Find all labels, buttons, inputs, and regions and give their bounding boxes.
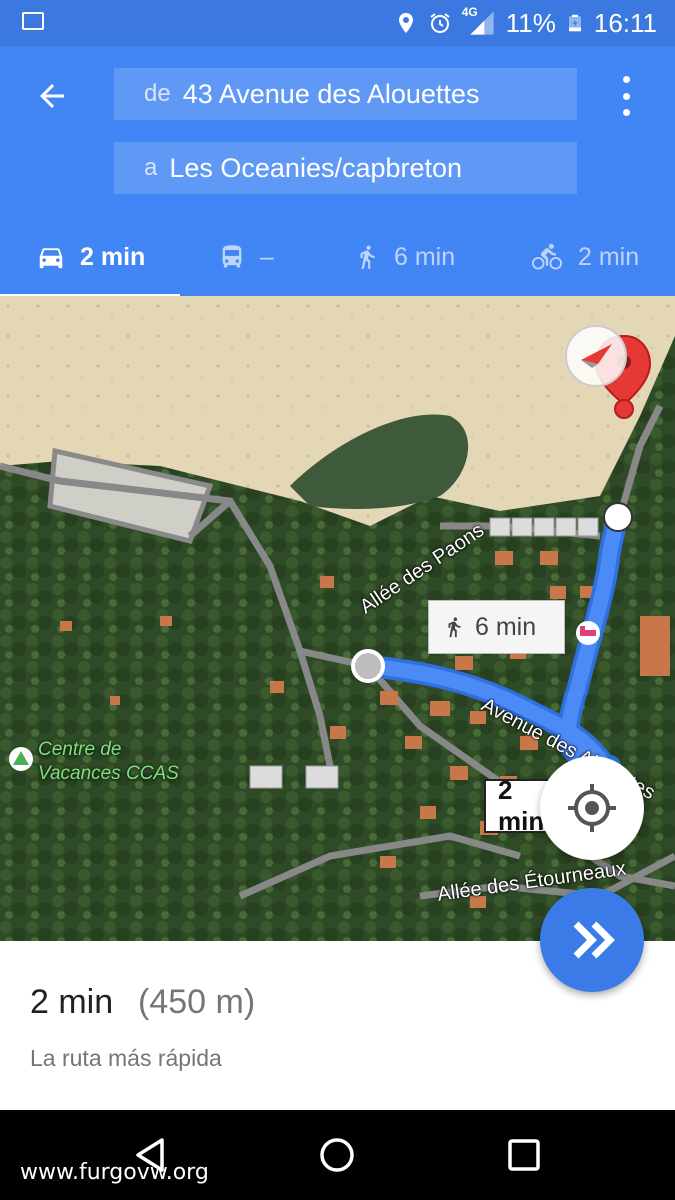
battery-percent: 11% [505, 7, 556, 38]
walk-time-bubble[interactable]: 6 min [428, 600, 565, 654]
transit-icon [222, 245, 242, 268]
tab-transit[interactable]: – [218, 218, 274, 296]
more-dot [622, 109, 630, 116]
tab-walking-label: 6 min [394, 242, 456, 271]
origin-field[interactable]: de 43 Avenue des Alouettes [114, 68, 577, 120]
campsite-icon[interactable] [9, 747, 33, 771]
clock: 16:11 [593, 7, 657, 38]
crosshair-icon [568, 784, 616, 832]
summary-duration: 2 min [30, 983, 114, 1021]
my-location-button[interactable] [540, 756, 644, 860]
signal-icon: 4G [462, 5, 496, 37]
car-icon [39, 248, 63, 269]
double-chevron-right-icon [573, 921, 615, 959]
destination-value: Les Oceanies/capbreton [169, 152, 463, 183]
destination-prefix: a [144, 154, 158, 181]
status-bar: 4G 11% 16:11 [0, 0, 675, 46]
waypoint-marker[interactable] [603, 502, 633, 532]
start-navigation-button[interactable] [540, 888, 644, 992]
origin-marker[interactable] [351, 649, 385, 683]
back-button[interactable] [28, 76, 80, 116]
tab-driving-label: 2 min [80, 242, 146, 271]
watermark: www.furgovw.org [20, 1160, 209, 1185]
location-icon [398, 13, 413, 33]
tab-driving[interactable]: 2 min [36, 218, 145, 296]
more-dot [622, 76, 630, 83]
summary-description: La ruta más rápida [30, 1045, 222, 1071]
tab-walking[interactable]: 6 min [354, 218, 455, 296]
travel-mode-tabs: 2 min – 6 min 2 min [0, 218, 675, 296]
more-options-button[interactable] [612, 76, 640, 116]
hotel-icon[interactable] [576, 621, 600, 645]
status-icons: 4G 11% 16:11 [394, 5, 657, 40]
walk-icon [448, 617, 461, 638]
destination-field[interactable]: a Les Oceanies/capbreton [114, 142, 577, 194]
tab-cycling-label: 2 min [578, 242, 640, 271]
poi-label-ccas[interactable]: Centre de Vacances CCAS [38, 738, 198, 786]
directions-header: de 43 Avenue des Alouettes a Les Oceanie… [0, 46, 675, 298]
image-icon [22, 12, 44, 30]
tab-cycling[interactable]: 2 min [530, 218, 639, 296]
tab-transit-label: – [260, 242, 274, 271]
bike-icon [532, 243, 562, 270]
origin-prefix: de [144, 80, 171, 107]
system-nav-bar [0, 1110, 675, 1200]
alarm-icon [430, 13, 450, 33]
recents-square-icon[interactable] [507, 1138, 541, 1172]
walk-icon [360, 245, 375, 269]
origin-value: 43 Avenue des Alouettes [182, 78, 480, 109]
network-type: 4G [461, 5, 478, 19]
compass-icon[interactable] [565, 325, 627, 387]
battery-icon [568, 14, 581, 32]
summary-distance: (450 m) [138, 983, 256, 1021]
more-dot [622, 92, 630, 100]
home-circle-icon[interactable] [318, 1136, 356, 1174]
walk-bubble-label: 6 min [475, 612, 537, 641]
arrow-back-icon [40, 84, 64, 108]
